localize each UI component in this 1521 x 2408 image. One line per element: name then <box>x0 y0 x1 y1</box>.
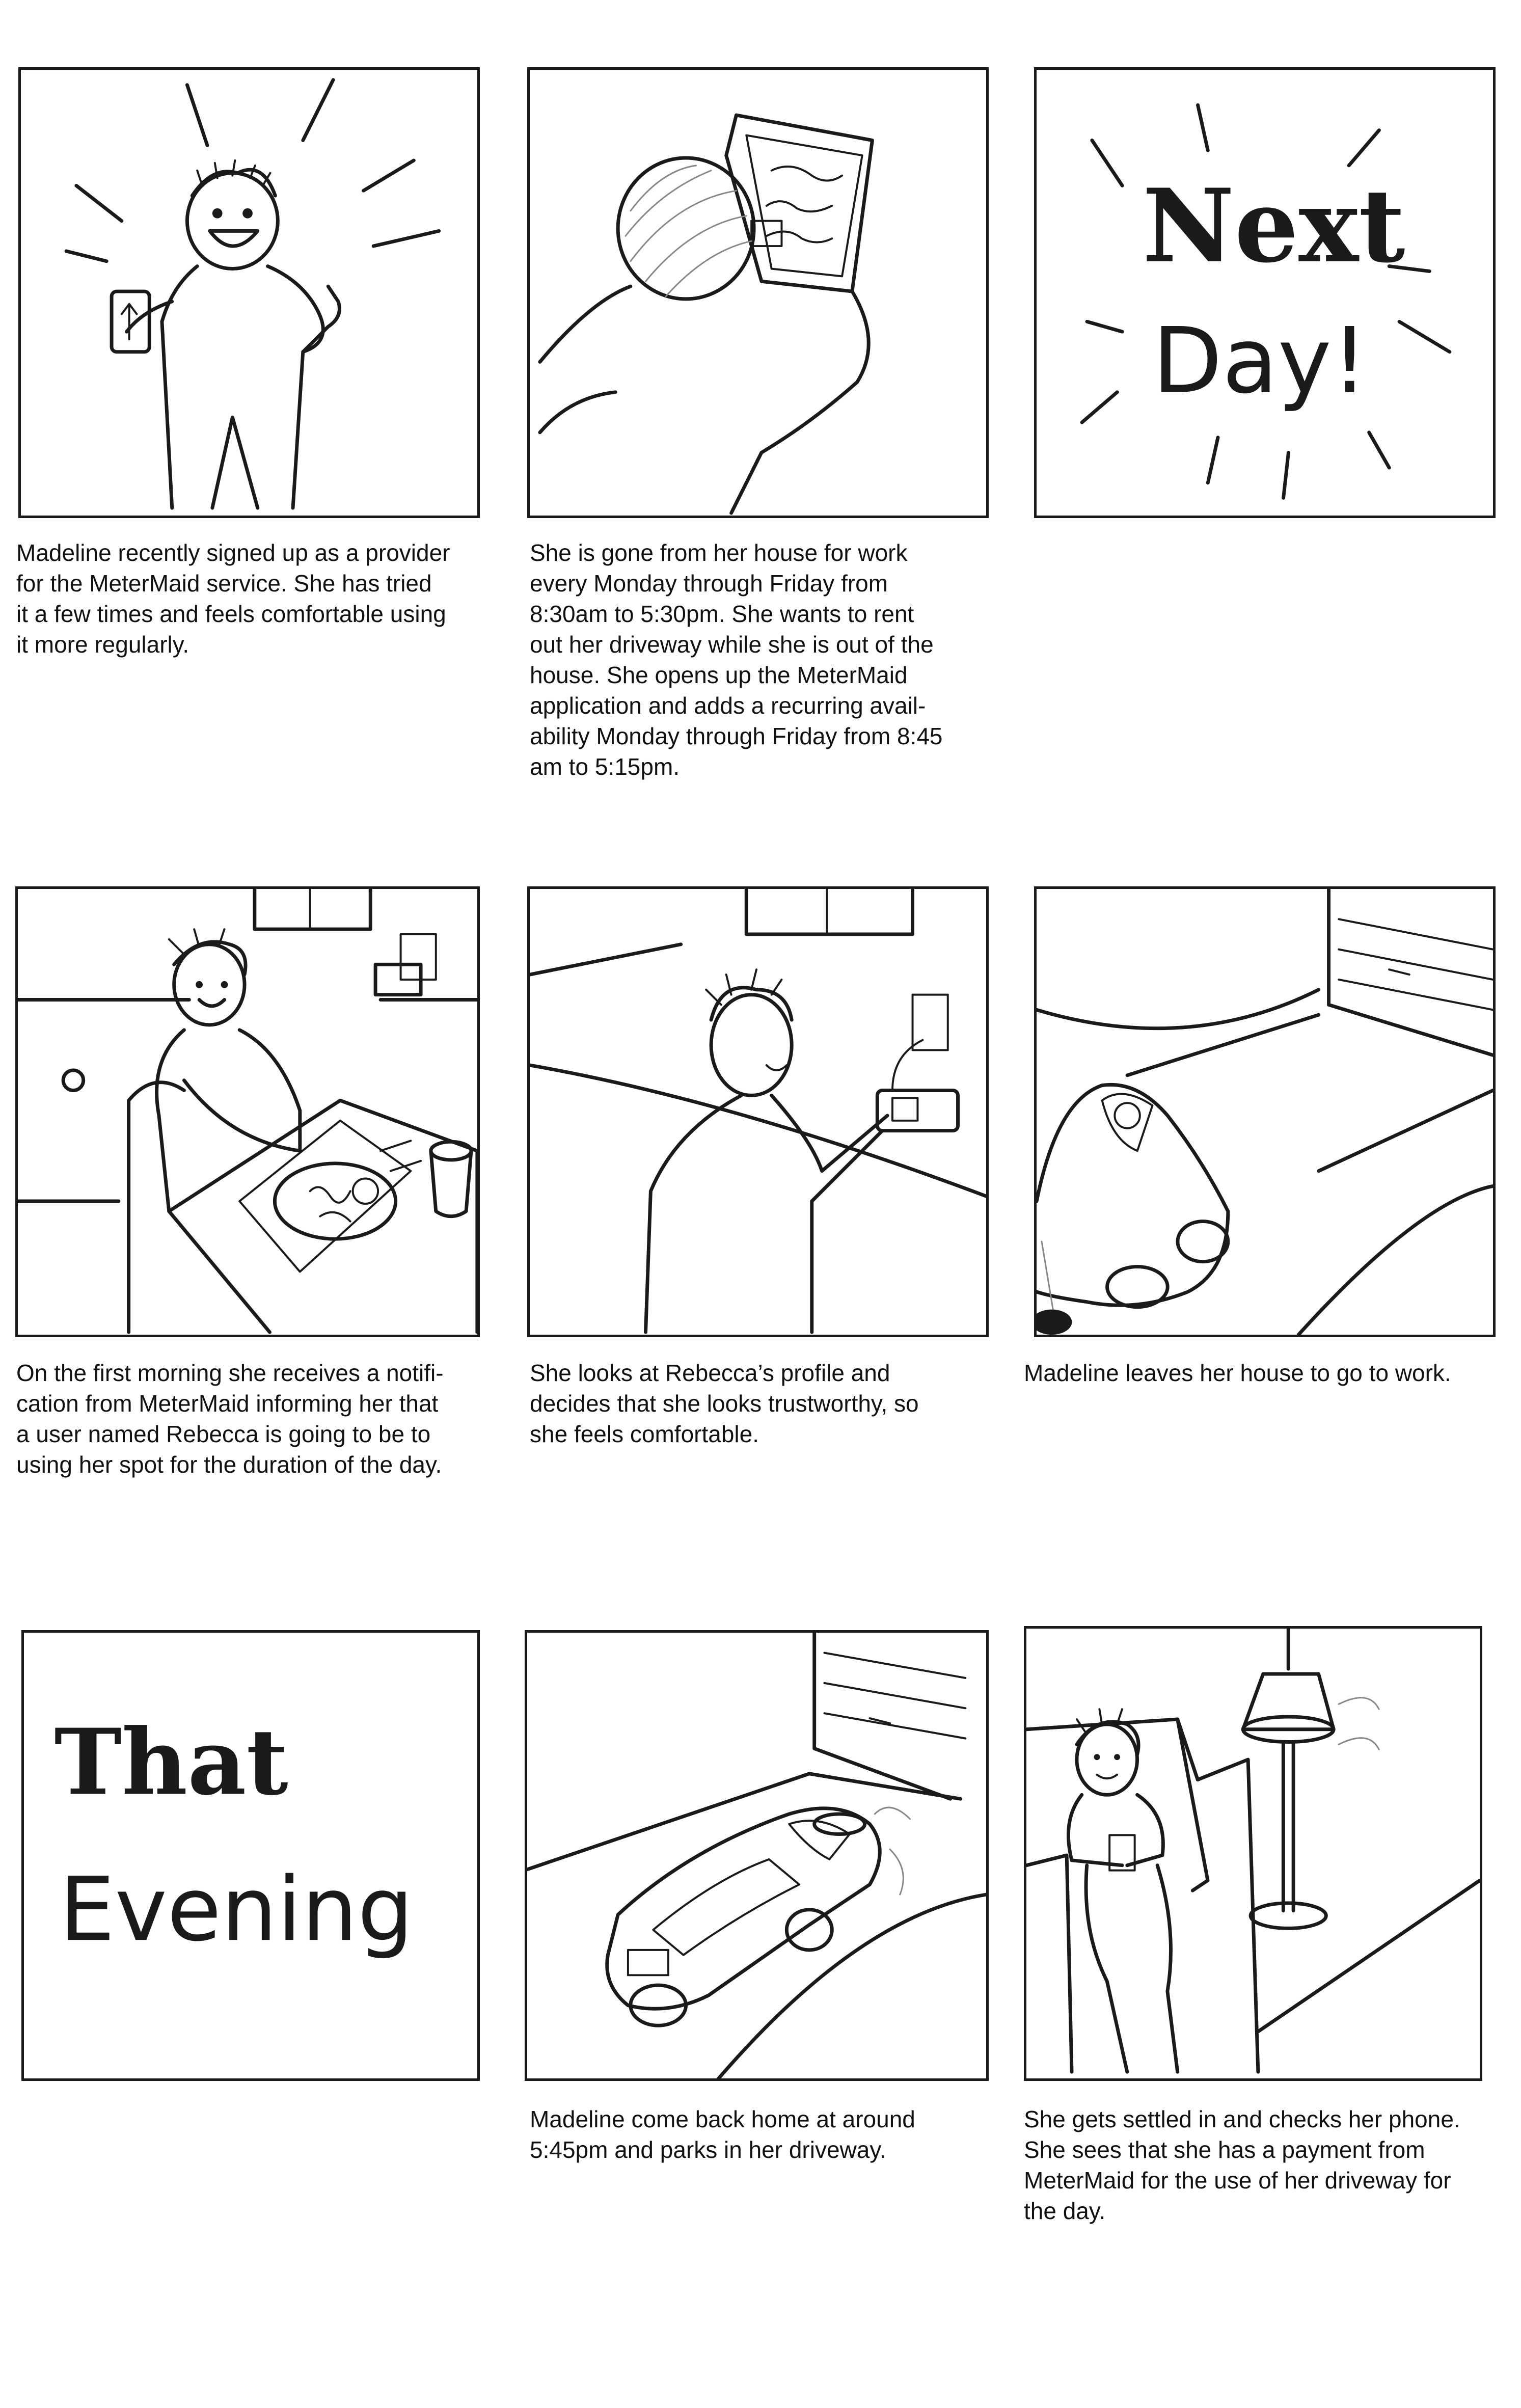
sketch-car-leaving <box>1037 889 1493 1335</box>
storyboard-panel-1 <box>18 67 480 518</box>
sketch-person-checking-phone <box>530 889 986 1334</box>
sketch-excited-person <box>64 78 441 510</box>
panel-9-caption: She gets settled in and checks her phone… <box>1024 2106 1460 2224</box>
storyboard-panel-4 <box>15 886 480 1337</box>
sketch-person-relaxing-with-phone <box>1026 1629 1480 2074</box>
title-line-1: Next <box>1143 167 1405 285</box>
panel-8-caption: Madeline come back home at around 5:45pm… <box>530 2106 915 2163</box>
sketch-person-with-tablet <box>538 113 874 515</box>
storyboard-panel-2 <box>527 67 989 518</box>
panel-2-caption: She is gone from her house for work ever… <box>530 539 943 780</box>
storyboard-panel-7: That Evening <box>21 1630 480 2081</box>
sketch-title-card-next-day: Next Day! <box>1080 103 1452 500</box>
storyboard-panel-9 <box>1024 1626 1482 2081</box>
storyboard-panel-5 <box>527 886 989 1337</box>
sketch-person-eating-breakfast <box>18 889 477 1334</box>
panel-5-caption: She looks at Rebecca’s profile and decid… <box>530 1360 919 1447</box>
panel-4-caption: On the first morning she receives a noti… <box>16 1360 444 1478</box>
sketch-car-parking <box>527 1633 986 2078</box>
storyboard-panel-8 <box>525 1630 989 2081</box>
sketch-title-card-that-evening: That Evening <box>54 1709 413 1961</box>
storyboard-panel-3: Next Day! <box>1034 67 1496 518</box>
title-line-2: Day! <box>1153 308 1368 414</box>
title-line-2: Evening <box>59 1858 413 1961</box>
panel-6-caption: Madeline leaves her house to go to work. <box>1024 1360 1451 1386</box>
storyboard-panel-6 <box>1034 886 1496 1337</box>
title-line-1: That <box>54 1709 288 1815</box>
panel-1-caption: Madeline recently signed up as a provide… <box>16 539 450 658</box>
